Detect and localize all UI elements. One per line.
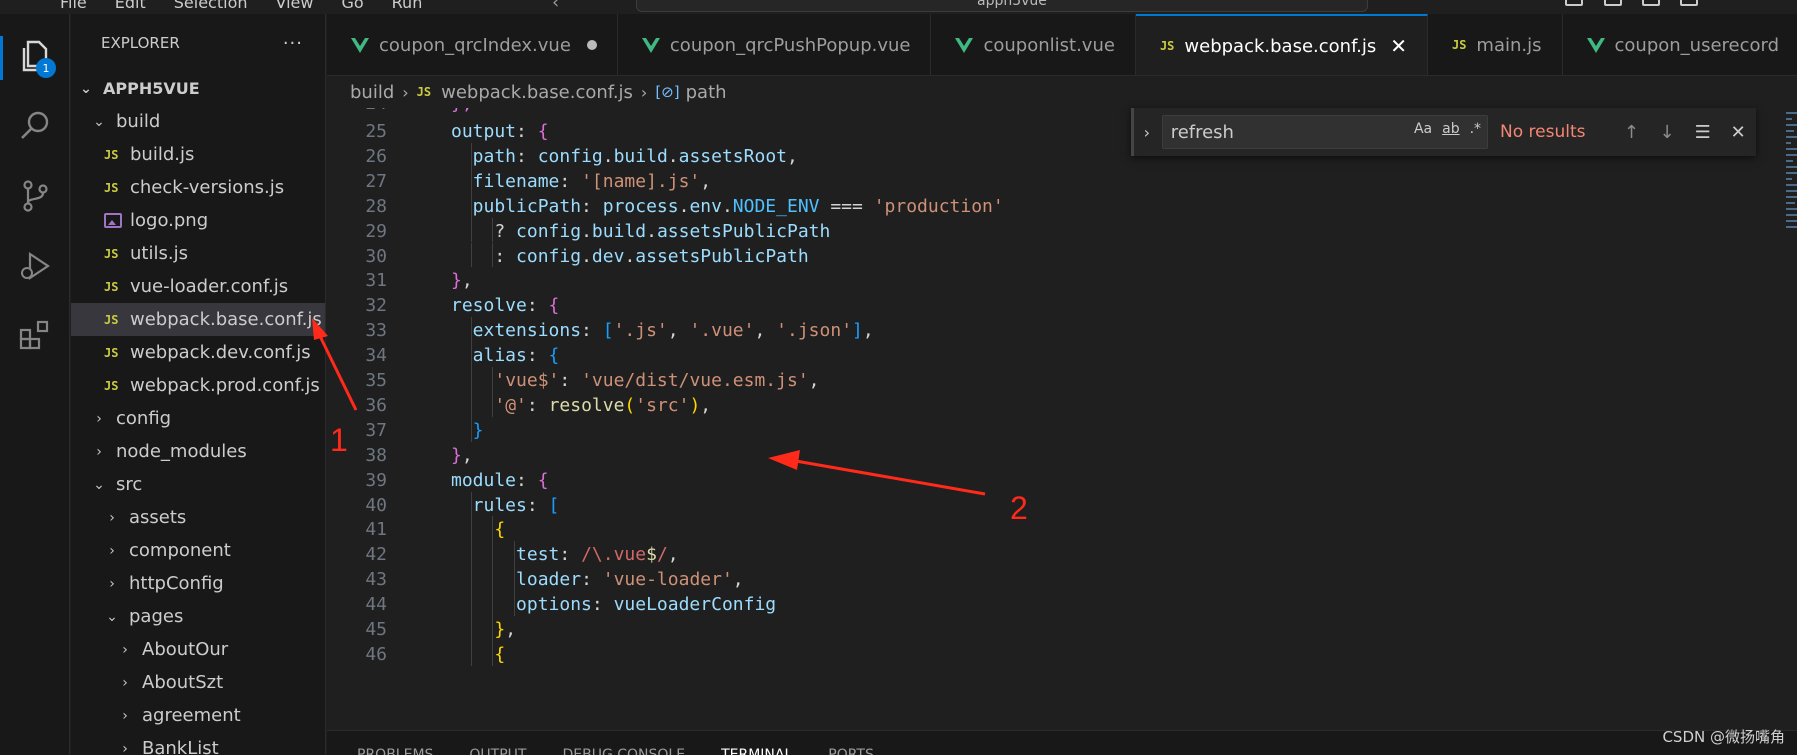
annotation-layer xyxy=(312,318,986,496)
annotation-arrow-1 xyxy=(316,331,358,411)
annotation-arrow-2 xyxy=(789,458,986,496)
annotation-label-2: 2 xyxy=(1010,490,1028,526)
annotation-arrowhead-2 xyxy=(768,450,800,470)
annotation-label-1: 1 xyxy=(330,422,348,458)
watermark: CSDN @微扬嘴角 xyxy=(1662,728,1785,746)
annotation-arrowhead-1 xyxy=(312,318,328,340)
